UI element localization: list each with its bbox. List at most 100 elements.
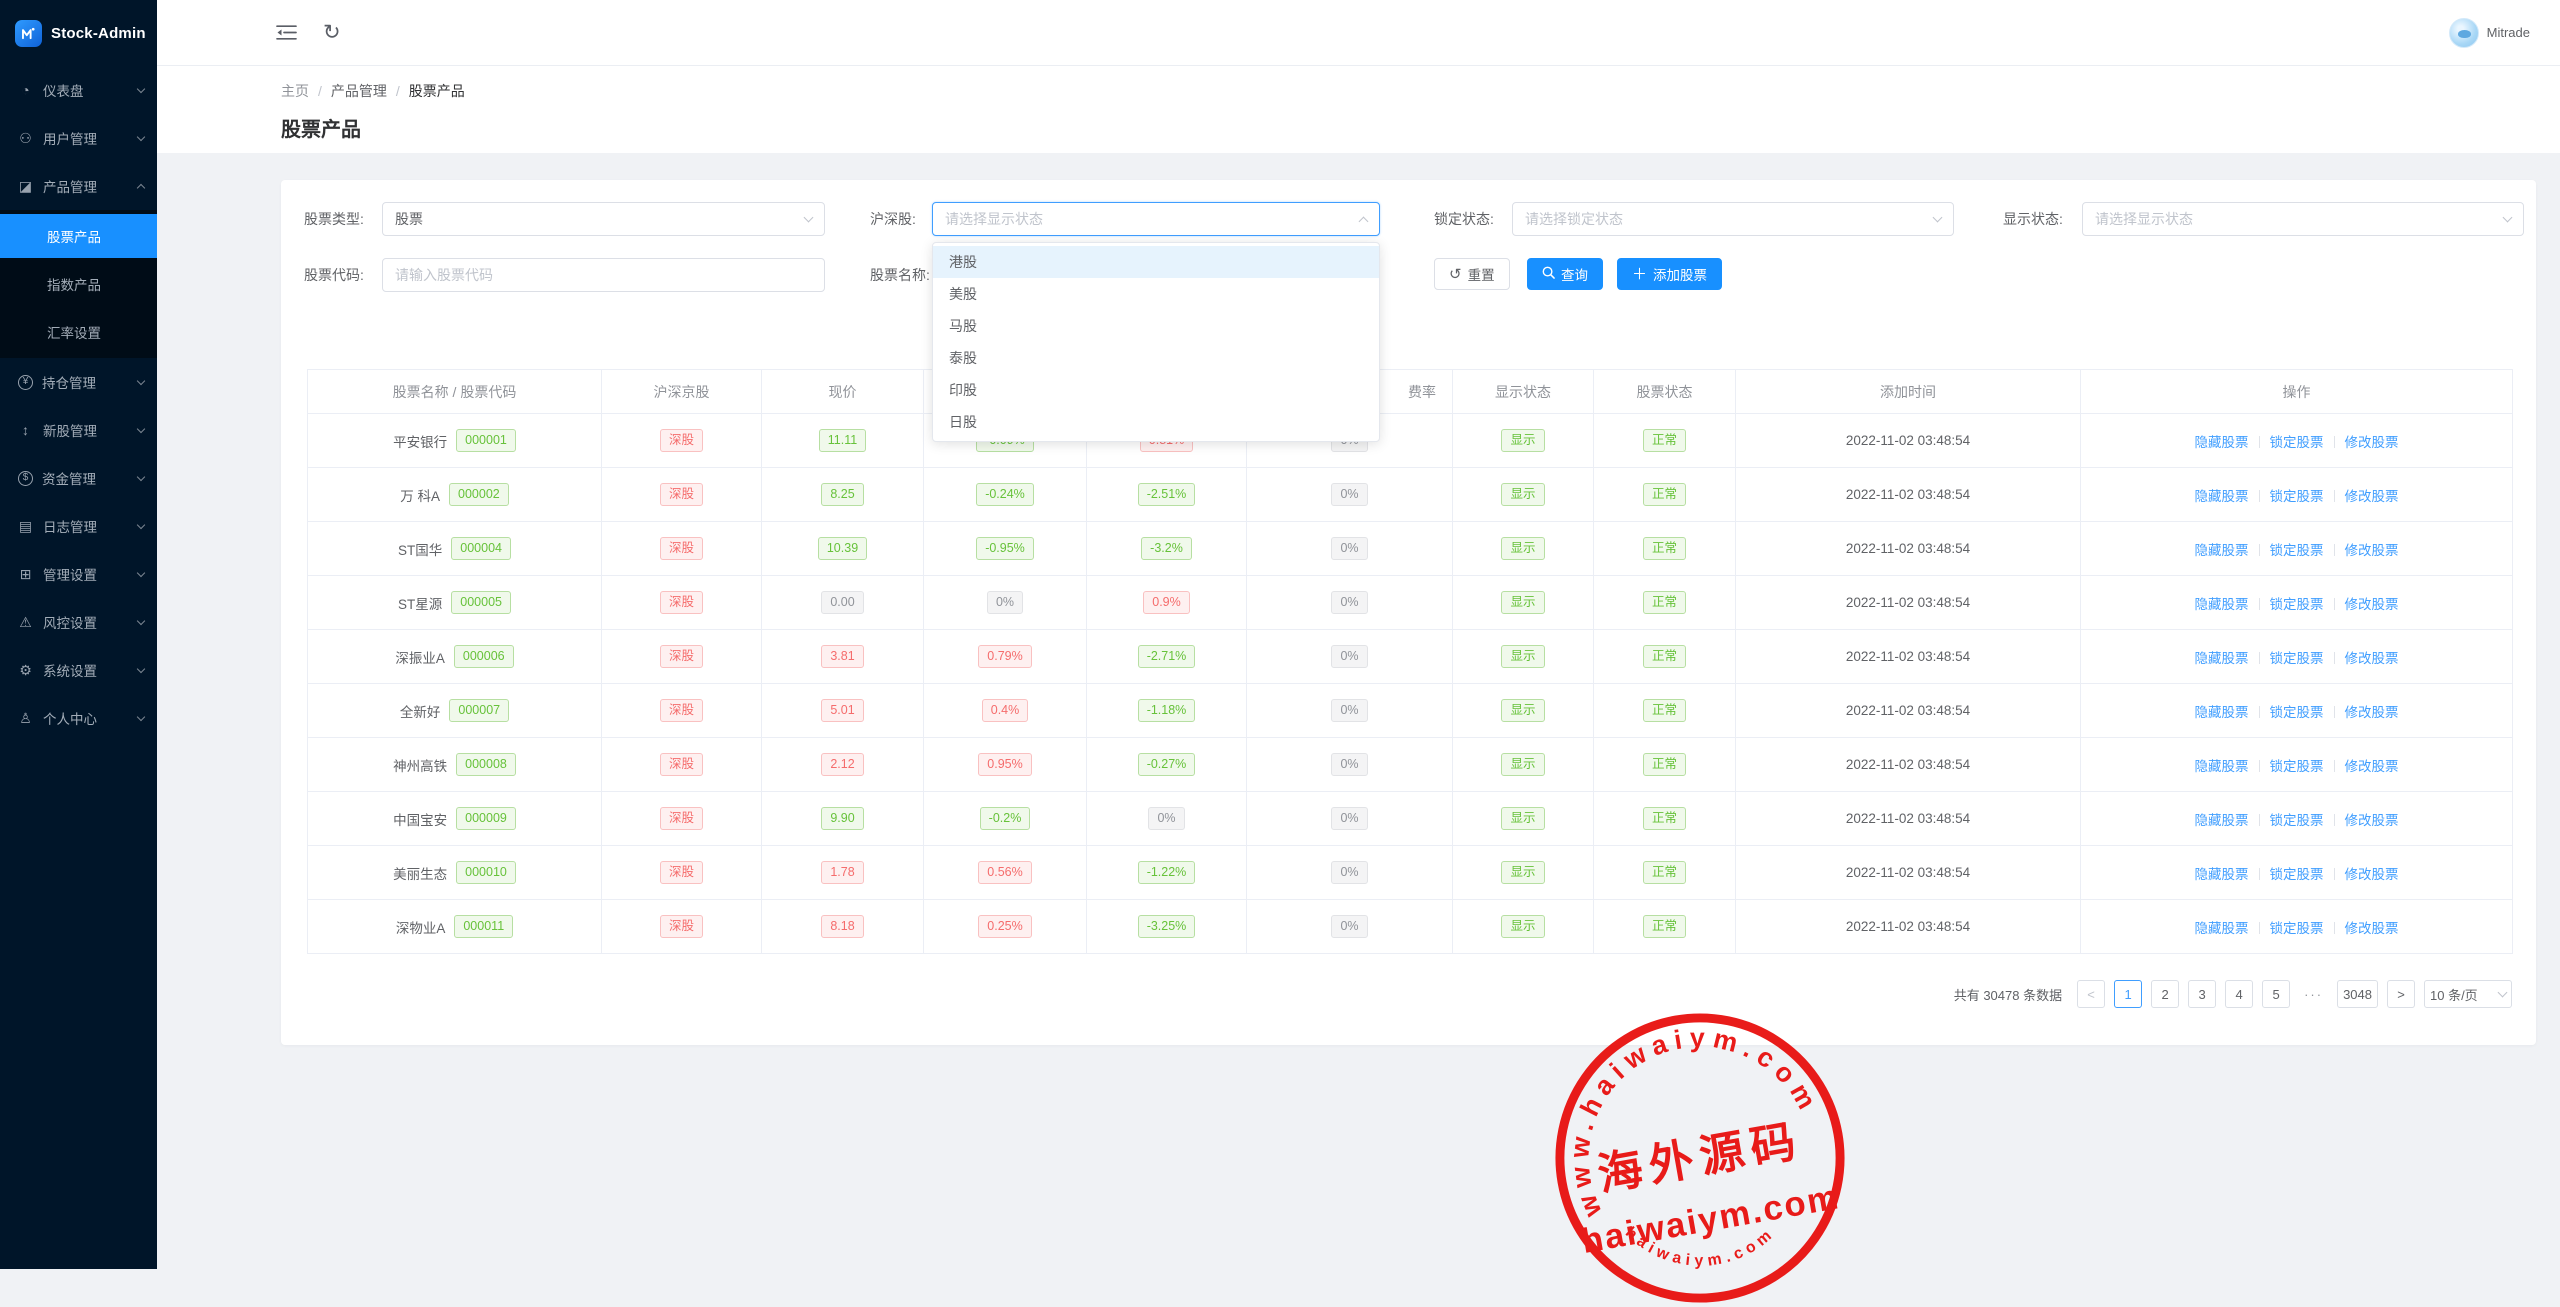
sidebar-item-1[interactable]: ⚇用户管理 bbox=[0, 114, 157, 162]
dropdown-option-泰股[interactable]: 泰股 bbox=[933, 342, 1379, 374]
action-修改股票[interactable]: 修改股票 bbox=[2345, 651, 2399, 666]
chevron-down-icon bbox=[137, 424, 145, 432]
fee-badge: 0% bbox=[1331, 861, 1367, 885]
change-b-cell: -2.51% bbox=[1087, 468, 1247, 522]
dropdown-option-印股[interactable]: 印股 bbox=[933, 374, 1379, 406]
refresh-icon[interactable]: ↻ bbox=[323, 22, 341, 43]
action-隐藏股票[interactable]: 隐藏股票 bbox=[2195, 921, 2249, 936]
action-divider bbox=[2334, 922, 2335, 934]
dropdown-option-马股[interactable]: 马股 bbox=[933, 310, 1379, 342]
price-badge: 8.18 bbox=[821, 915, 863, 939]
price-cell: 2.12 bbox=[762, 738, 924, 792]
sidebar-item-2[interactable]: ◪产品管理 bbox=[0, 162, 157, 210]
action-隐藏股票[interactable]: 隐藏股票 bbox=[2195, 489, 2249, 504]
breadcrumb-home[interactable]: 主页 bbox=[281, 81, 309, 101]
sidebar-item-3[interactable]: ¥持仓管理 bbox=[0, 358, 157, 406]
page-size-select[interactable]: 10 条/页 bbox=[2424, 980, 2512, 1008]
action-修改股票[interactable]: 修改股票 bbox=[2345, 705, 2399, 720]
stock-code-badge: 000002 bbox=[449, 483, 509, 507]
collapse-sidebar-icon[interactable] bbox=[276, 24, 297, 41]
sidebar-item-10[interactable]: ♙个人中心 bbox=[0, 694, 157, 742]
price-badge: 2.12 bbox=[821, 753, 863, 777]
action-隐藏股票[interactable]: 隐藏股票 bbox=[2195, 435, 2249, 450]
added-time-cell: 2022-11-02 03:48:54 bbox=[1736, 684, 2081, 738]
fee-cell: 0% bbox=[1247, 846, 1453, 900]
action-锁定股票[interactable]: 锁定股票 bbox=[2270, 597, 2324, 612]
action-隐藏股票[interactable]: 隐藏股票 bbox=[2195, 651, 2249, 666]
action-修改股票[interactable]: 修改股票 bbox=[2345, 921, 2399, 936]
action-修改股票[interactable]: 修改股票 bbox=[2345, 543, 2399, 558]
search-button[interactable]: 查询 bbox=[1527, 258, 1603, 290]
sidebar-item-6[interactable]: ▤日志管理 bbox=[0, 502, 157, 550]
prev-page-button[interactable]: < bbox=[2077, 980, 2105, 1008]
stock-code-input[interactable] bbox=[395, 267, 812, 283]
next-page-button[interactable]: > bbox=[2387, 980, 2415, 1008]
sidebar-item-8[interactable]: ⚠风控设置 bbox=[0, 598, 157, 646]
action-divider bbox=[2259, 544, 2260, 556]
content-area: 股票类型: 股票 沪深股: 请选择显示状态 锁定状态: 请选择锁定状态 显示状态… bbox=[157, 153, 2560, 1269]
sidebar-item-5[interactable]: $资金管理 bbox=[0, 454, 157, 502]
page-button-3048[interactable]: 3048 bbox=[2337, 980, 2378, 1008]
action-隐藏股票[interactable]: 隐藏股票 bbox=[2195, 543, 2249, 558]
sidebar-item-label: 风控设置 bbox=[43, 612, 97, 632]
stock-name-code-cell: 全新好000007 bbox=[308, 684, 602, 738]
page-button-2[interactable]: 2 bbox=[2151, 980, 2179, 1008]
price-badge: 3.81 bbox=[821, 645, 863, 669]
column-header-1: 沪深京股 bbox=[602, 370, 762, 414]
stock-table: 股票名称 / 股票代码沪深京股现价费率显示状态股票状态添加时间操作 平安银行00… bbox=[307, 369, 2513, 954]
action-锁定股票[interactable]: 锁定股票 bbox=[2270, 489, 2324, 504]
action-锁定股票[interactable]: 锁定股票 bbox=[2270, 705, 2324, 720]
action-锁定股票[interactable]: 锁定股票 bbox=[2270, 543, 2324, 558]
lock-status-select[interactable]: 请选择锁定状态 bbox=[1512, 202, 1954, 236]
action-锁定股票[interactable]: 锁定股票 bbox=[2270, 867, 2324, 882]
sidebar-item-4[interactable]: ↕新股管理 bbox=[0, 406, 157, 454]
action-修改股票[interactable]: 修改股票 bbox=[2345, 759, 2399, 774]
action-隐藏股票[interactable]: 隐藏股票 bbox=[2195, 813, 2249, 828]
table-row: 深物业A000011深股8.180.25%-3.25%0%显示正常2022-11… bbox=[308, 900, 2513, 954]
stock-code-input-wrap bbox=[382, 258, 825, 292]
action-锁定股票[interactable]: 锁定股票 bbox=[2270, 435, 2324, 450]
sidebar-item-0[interactable]: ◔仪表盘 bbox=[0, 66, 157, 114]
stock-name: 全新好 bbox=[400, 701, 441, 721]
market-select[interactable]: 请选择显示状态 bbox=[932, 202, 1380, 236]
action-隐藏股票[interactable]: 隐藏股票 bbox=[2195, 759, 2249, 774]
action-锁定股票[interactable]: 锁定股票 bbox=[2270, 813, 2324, 828]
dropdown-option-港股[interactable]: 港股 bbox=[933, 246, 1379, 278]
action-修改股票[interactable]: 修改股票 bbox=[2345, 435, 2399, 450]
action-隐藏股票[interactable]: 隐藏股票 bbox=[2195, 705, 2249, 720]
action-锁定股票[interactable]: 锁定股票 bbox=[2270, 921, 2324, 936]
change-a-cell: -0.95% bbox=[924, 522, 1087, 576]
action-隐藏股票[interactable]: 隐藏股票 bbox=[2195, 867, 2249, 882]
page-button-5[interactable]: 5 bbox=[2262, 980, 2290, 1008]
action-隐藏股票[interactable]: 隐藏股票 bbox=[2195, 597, 2249, 612]
action-锁定股票[interactable]: 锁定股票 bbox=[2270, 759, 2324, 774]
stock-type-select[interactable]: 股票 bbox=[382, 202, 825, 236]
sidebar-item-9[interactable]: ⚙系统设置 bbox=[0, 646, 157, 694]
page-button-4[interactable]: 4 bbox=[2225, 980, 2253, 1008]
action-修改股票[interactable]: 修改股票 bbox=[2345, 597, 2399, 612]
display-status-select[interactable]: 请选择显示状态 bbox=[2082, 202, 2524, 236]
stock-type-value: 股票 bbox=[395, 209, 423, 229]
page-button-1[interactable]: 1 bbox=[2114, 980, 2142, 1008]
sidebar-subitem-股票产品[interactable]: 股票产品 bbox=[0, 214, 157, 258]
sidebar-subitem-指数产品[interactable]: 指数产品 bbox=[0, 260, 157, 308]
stock-name-code-cell: 中国宝安000009 bbox=[308, 792, 602, 846]
sidebar-item-7[interactable]: ⊞管理设置 bbox=[0, 550, 157, 598]
action-修改股票[interactable]: 修改股票 bbox=[2345, 867, 2399, 882]
table-row: ST国华000004深股10.39-0.95%-3.2%0%显示正常2022-1… bbox=[308, 522, 2513, 576]
user-avatar[interactable] bbox=[2449, 18, 2479, 48]
dropdown-option-美股[interactable]: 美股 bbox=[933, 278, 1379, 310]
add-stock-button[interactable]: ＋ 添加股票 bbox=[1617, 258, 1722, 290]
action-锁定股票[interactable]: 锁定股票 bbox=[2270, 651, 2324, 666]
display-status-badge: 显示 bbox=[1501, 591, 1544, 615]
change-badge: -1.22% bbox=[1138, 861, 1196, 885]
breadcrumb-product-management[interactable]: 产品管理 bbox=[331, 81, 387, 101]
page-ellipsis[interactable]: ··· bbox=[2299, 980, 2328, 1008]
reset-button[interactable]: ↺ 重置 bbox=[1434, 258, 1510, 290]
action-修改股票[interactable]: 修改股票 bbox=[2345, 489, 2399, 504]
dropdown-option-日股[interactable]: 日股 bbox=[933, 406, 1379, 438]
actions-cell: 隐藏股票 锁定股票 修改股票 bbox=[2081, 792, 2513, 846]
page-button-3[interactable]: 3 bbox=[2188, 980, 2216, 1008]
sidebar-subitem-汇率设置[interactable]: 汇率设置 bbox=[0, 308, 157, 356]
action-修改股票[interactable]: 修改股票 bbox=[2345, 813, 2399, 828]
